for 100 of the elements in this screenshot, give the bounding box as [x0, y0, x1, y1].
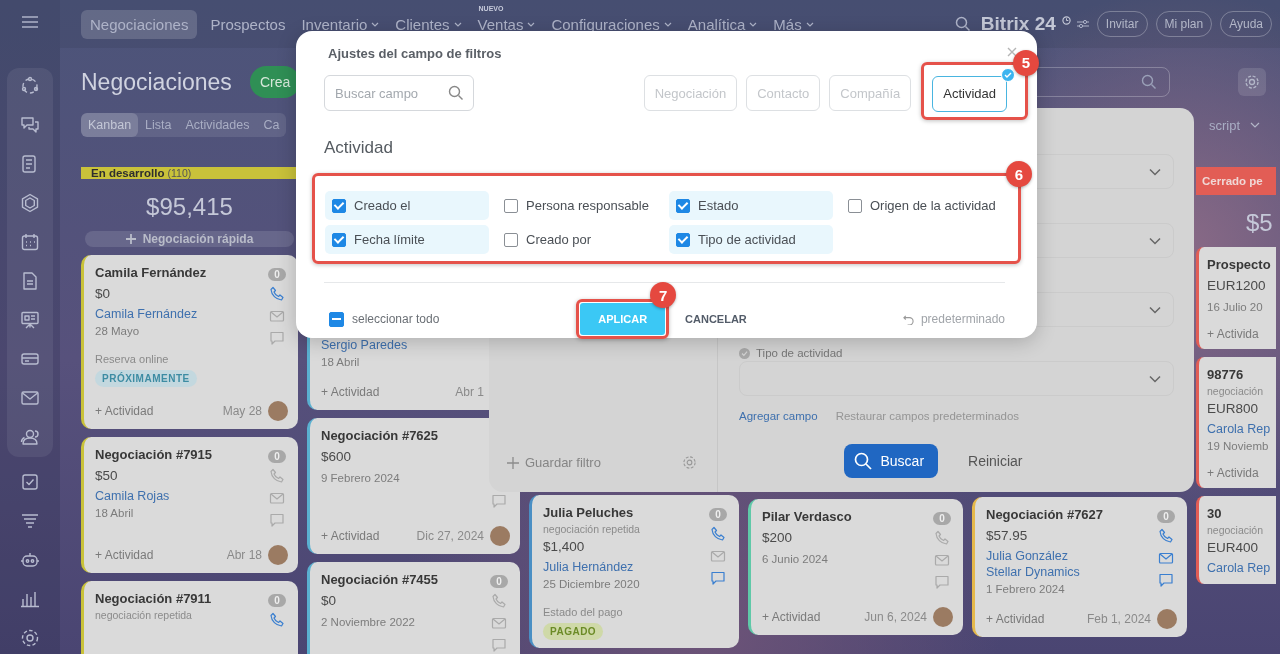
orbit-icon[interactable] [20, 76, 40, 96]
mail-icon[interactable] [20, 388, 40, 408]
contact-link[interactable]: Carola Rep [1207, 421, 1271, 437]
close-button[interactable] [1005, 45, 1019, 59]
section-tab[interactable]: Actividad [932, 75, 1007, 112]
add-activity-link[interactable]: + Activida [1207, 466, 1259, 480]
field-checkbox[interactable]: Creado por [497, 225, 661, 254]
add-activity-link[interactable]: + Actividad [95, 404, 154, 418]
quick-add-button[interactable]: Negociación rápida [85, 231, 294, 247]
view-tab[interactable]: Kanban [81, 113, 139, 137]
chat-icon[interactable] [20, 115, 40, 135]
deal-card[interactable]: 30 negociación EUR400 Carola Rep [1196, 496, 1276, 584]
chevron-down-icon[interactable] [1250, 122, 1260, 128]
search-icon[interactable] [954, 16, 971, 32]
contact-link[interactable]: Julia González [986, 548, 1068, 564]
contact-link[interactable]: Camila Fernández [95, 306, 198, 322]
cal-icon[interactable] [20, 232, 40, 252]
field-checkbox[interactable]: Fecha límite [325, 225, 489, 254]
view-tab[interactable]: Lista [138, 113, 179, 137]
gear-icon[interactable] [20, 628, 40, 648]
robot-icon[interactable] [20, 550, 40, 570]
chat-icon[interactable] [1158, 572, 1174, 588]
field-checkbox[interactable]: Origen de la actividad [841, 191, 1005, 220]
phone-icon[interactable] [269, 612, 285, 628]
checkbox[interactable] [329, 311, 344, 327]
phone-icon[interactable] [269, 286, 285, 302]
checkbox[interactable] [676, 198, 690, 213]
apply-button[interactable]: APLICAR [580, 303, 666, 335]
hex-icon[interactable] [20, 193, 40, 213]
add-activity-link[interactable]: + Activida [1207, 327, 1259, 341]
phone-icon[interactable] [491, 593, 507, 609]
deal-card[interactable]: Prospecto EUR1200 16 Julio 20 + Activida [1196, 247, 1276, 349]
phone-icon[interactable] [269, 468, 285, 484]
toolbar-label[interactable]: script [1208, 117, 1240, 133]
select-all-checkbox[interactable]: seleccionar todo [329, 311, 577, 327]
board-icon[interactable] [20, 310, 40, 330]
search-button[interactable]: Buscar [844, 444, 939, 478]
chat-icon[interactable] [710, 570, 726, 586]
menu-icon[interactable] [22, 16, 38, 28]
chat-icon[interactable] [934, 574, 950, 590]
deal-card[interactable]: Julia Peluches negociación repetida $1,400 Julia Hernández 25 Diciembre 2020 Estado del pago PAGADO 0 [529, 495, 739, 648]
people-icon[interactable] [20, 427, 40, 447]
phone-icon[interactable] [710, 526, 726, 542]
phone-icon[interactable] [934, 530, 950, 546]
funnel-icon[interactable] [20, 511, 40, 531]
phone-icon[interactable] [1158, 528, 1174, 544]
nav-item[interactable]: Negociaciones [81, 9, 198, 39]
field-checkbox[interactable]: Tipo de actividad [669, 225, 833, 254]
reset-button[interactable]: Reiniciar [962, 452, 1029, 470]
check-icon[interactable] [20, 472, 40, 492]
checkbox[interactable] [504, 232, 518, 247]
deal-card[interactable]: Negociación #7455 $0 2 Noviembre 2022 0 [307, 562, 520, 654]
nav-item[interactable]: Clientes [388, 9, 469, 39]
field-checkbox[interactable]: Creado el [325, 191, 489, 220]
view-tab[interactable]: Actividades [178, 113, 257, 137]
file-icon[interactable] [20, 271, 40, 291]
contact-link[interactable]: Carola Rep [1207, 560, 1271, 576]
restore-fields-link[interactable]: Restaurar campos predeterminados [835, 410, 1020, 422]
field-checkbox[interactable]: Persona responsable [497, 191, 661, 220]
deal-card[interactable]: Pilar Verdasco $200 6 Junio 2024 0 + Actividad Jun 6, 2024 [748, 499, 963, 635]
checkbox[interactable] [504, 198, 518, 213]
chat-icon[interactable] [269, 512, 285, 528]
mail-icon[interactable] [269, 308, 285, 324]
bars-icon[interactable] [20, 589, 40, 609]
add-activity-link[interactable]: + Actividad [321, 529, 380, 543]
contact-link[interactable]: Camila Rojas [95, 488, 170, 504]
view-tab[interactable]: Ca [256, 113, 287, 137]
deal-card[interactable]: Negociación #7627 $57.95 Julia González Stellar Dynamics 1 Febrero 2024 0 + Actividad Feb 1, 2024 [972, 497, 1187, 637]
nav-item[interactable]: Configuraciones [544, 9, 679, 39]
contact-link[interactable]: Sergio Paredes [321, 337, 408, 353]
deal-card[interactable]: Negociación #7911 negociación repetida 0 [81, 581, 298, 654]
add-activity-link[interactable]: + Actividad [986, 612, 1045, 626]
settings-button[interactable] [1238, 68, 1266, 96]
deal-card[interactable]: Camila Fernández $0 Camila Fernández 28 Mayo Reserva online PRÓXIMAMENTE 0 + Actividad May 28 [81, 255, 298, 429]
nav-item[interactable]: Inventario [294, 9, 387, 39]
mail-icon[interactable] [269, 490, 285, 506]
checkbox[interactable] [848, 198, 862, 213]
deal-card[interactable]: Negociación #7625 $600 9 Febrero 2024 + Actividad Dic 27, 2024 [307, 418, 520, 554]
checkbox[interactable] [332, 232, 346, 247]
deal-card[interactable]: 98776 negociación EUR800 Carola Rep 19 Noviemb + Activida [1196, 357, 1276, 488]
checkbox[interactable] [676, 232, 690, 247]
nav-item[interactable]: Prospectos [203, 9, 293, 39]
chat-icon[interactable] [269, 330, 285, 346]
field-checkbox[interactable]: Estado [669, 191, 833, 220]
deal-card[interactable]: Negociación #7915 $50 Camila Rojas 18 Abril 0 + Actividad Abr 18 [81, 437, 298, 573]
add-activity-link[interactable]: + Actividad [762, 610, 821, 624]
checkbox[interactable] [332, 198, 346, 213]
search-field[interactable]: Buscar campo [324, 75, 474, 111]
mail-icon[interactable] [1158, 550, 1174, 566]
contact-link[interactable]: Julia Hernández [543, 559, 634, 575]
add-activity-link[interactable]: + Actividad [95, 548, 154, 562]
mail-icon[interactable] [934, 552, 950, 568]
reset-default-link[interactable]: predeterminado [902, 312, 1005, 326]
add-activity-link[interactable]: + Actividad [321, 385, 380, 399]
chat-icon[interactable] [491, 637, 507, 653]
contact-link[interactable]: Stellar Dynamics [986, 564, 1080, 580]
cancel-button[interactable]: CANCELAR [679, 312, 753, 326]
settings-icon[interactable] [682, 455, 697, 470]
nav-item[interactable]: Analítica [680, 9, 765, 39]
mail-icon[interactable] [710, 548, 726, 564]
